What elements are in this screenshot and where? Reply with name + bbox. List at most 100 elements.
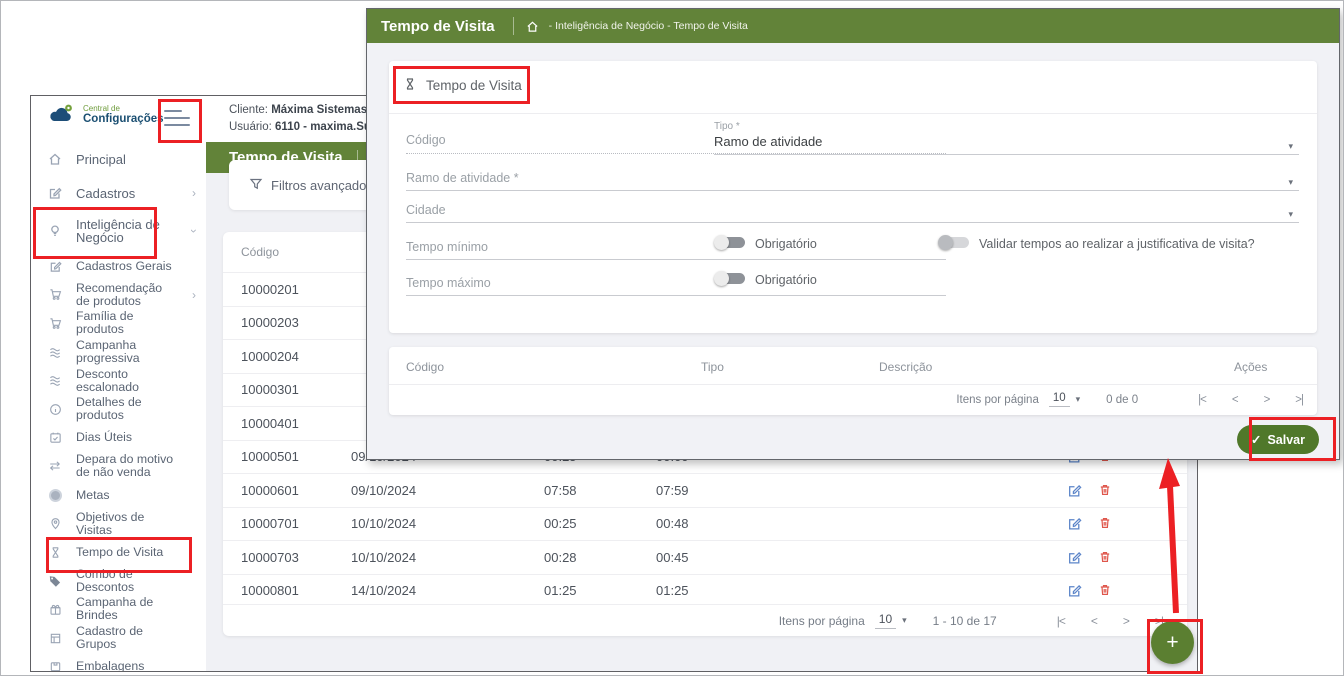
- sidebar-item-cadastro-de-grupos[interactable]: Cadastro de Grupos: [31, 624, 206, 653]
- validar-tempos-toggle[interactable]: [938, 235, 969, 250]
- caret-down-icon[interactable]: ▾: [1076, 394, 1081, 405]
- previous-page-button[interactable]: <: [1091, 614, 1097, 628]
- cell-data: 09/10/2024: [351, 483, 544, 498]
- grid-icon: [47, 632, 63, 645]
- next-page-button[interactable]: >: [1264, 394, 1270, 406]
- overlay-page-header: Tempo de Visita - Inteligência de Negóci…: [367, 9, 1339, 43]
- visit-time-form-window: Tempo de Visita - Inteligência de Negóci…: [366, 8, 1340, 460]
- sidebar-item-label: Cadastro de Grupos: [76, 625, 181, 651]
- edit-icon[interactable]: [1067, 583, 1082, 598]
- sidebar-item-tempo-de-visita[interactable]: Tempo de Visita: [31, 538, 206, 567]
- column-header-tipo: Tipo: [701, 360, 724, 374]
- hourglass-icon: [403, 77, 417, 94]
- save-button-label: Salvar: [1267, 433, 1305, 447]
- sidebar-item-familia-de-produtos[interactable]: Família de produtos: [31, 309, 206, 338]
- sidebar-item-label: Embalagens: [76, 660, 144, 671]
- overlay-results-table: Código Tipo Descrição Ações Itens por pá…: [389, 347, 1317, 415]
- user-label: Usuário:: [229, 121, 272, 133]
- sidebar-item-embalagens[interactable]: Embalagens: [31, 652, 206, 671]
- edit-icon[interactable]: [1067, 516, 1082, 531]
- sidebar-item-detalhes-de-produtos[interactable]: Detalhes de produtos: [31, 395, 206, 424]
- edit-icon[interactable]: [1067, 550, 1082, 565]
- sidebar-item-inteligencia-de-negocio[interactable]: Inteligência de Negócio ›: [31, 210, 206, 252]
- waves-icon: [47, 374, 63, 387]
- previous-page-button[interactable]: <: [1232, 394, 1238, 406]
- sidebar-item-combo-de-descontos[interactable]: Combo de Descontos: [31, 567, 206, 596]
- sidebar-item-cadastros[interactable]: Cadastros ›: [31, 176, 206, 210]
- caret-down-icon[interactable]: ▾: [1288, 177, 1293, 188]
- package-icon: [47, 660, 63, 671]
- sidebar-item-label: Campanha de Brindes: [76, 596, 181, 622]
- cell-codigo: 10000203: [223, 315, 351, 330]
- sidebar-item-objetivos-de-visitas[interactable]: Objetivos de Visitas: [31, 509, 206, 538]
- home-icon: [47, 152, 63, 166]
- ramo-atividade-select[interactable]: [406, 171, 1299, 191]
- cart-icon: [47, 288, 63, 301]
- cell-tempo-2: 07:59: [656, 483, 1067, 498]
- plus-icon: +: [1166, 631, 1178, 655]
- advanced-filters-label: Filtros avançados: [271, 178, 373, 193]
- add-button[interactable]: +: [1151, 621, 1194, 664]
- cidade-select[interactable]: [406, 203, 1299, 223]
- lightbulb-icon: [47, 224, 63, 238]
- edit-square-icon: [47, 186, 63, 200]
- tag-icon: [47, 574, 63, 588]
- sidebar-item-campanha-progressiva[interactable]: Campanha progressiva: [31, 338, 206, 367]
- cell-codigo: 10000501: [223, 449, 351, 464]
- caret-down-icon[interactable]: ▾: [902, 615, 907, 626]
- cell-tempo-1: 01:25: [544, 583, 656, 598]
- sidebar-item-label: Campanha progressiva: [76, 339, 181, 365]
- cell-codigo: 10000601: [223, 483, 351, 498]
- validar-tempos-label: Validar tempos ao realizar a justificati…: [979, 237, 1255, 251]
- save-button[interactable]: ✓ Salvar: [1237, 425, 1319, 454]
- delete-icon[interactable]: [1098, 516, 1112, 531]
- sidebar-item-label: Dias Úteis: [76, 431, 132, 444]
- caret-down-icon[interactable]: ▾: [1288, 141, 1293, 152]
- gift-icon: [47, 603, 63, 616]
- info-icon: [47, 403, 63, 416]
- sidebar-item-desconto-escalonado[interactable]: Desconto escalonado: [31, 366, 206, 395]
- cell-tempo-1: 00:28: [544, 550, 656, 565]
- cell-data: 10/10/2024: [351, 550, 544, 565]
- sidebar-item-metas[interactable]: Metas: [31, 481, 206, 510]
- cell-codigo: 10000204: [223, 349, 351, 364]
- sidebar-item-cadastros-gerais[interactable]: Cadastros Gerais: [31, 252, 206, 281]
- cell-tempo-2: 00:48: [656, 516, 1067, 531]
- cell-codigo: 10000701: [223, 516, 351, 531]
- sidebar-item-dias-uteis[interactable]: Dias Úteis: [31, 424, 206, 453]
- page-size-select[interactable]: 10: [875, 612, 896, 629]
- last-page-button[interactable]: >|: [1295, 394, 1303, 406]
- first-page-button[interactable]: |<: [1057, 614, 1065, 628]
- tempo-minimo-field[interactable]: [406, 240, 946, 260]
- swap-icon: ⇄: [47, 458, 63, 474]
- column-header-codigo: Código: [223, 245, 351, 259]
- obrigatorio-label: Obrigatório: [755, 273, 817, 287]
- sidebar-item-label: Combo de Descontos: [76, 568, 181, 594]
- client-value: Máxima Sistemas: [271, 104, 367, 116]
- caret-down-icon[interactable]: ▾: [1288, 209, 1293, 220]
- table-row: 10000801 14/10/2024 01:25 01:25: [223, 574, 1187, 608]
- tempo-minimo-obrigatorio-toggle[interactable]: [714, 235, 745, 250]
- sidebar-item-campanha-de-brindes[interactable]: Campanha de Brindes: [31, 595, 206, 624]
- sidebar-item-principal[interactable]: Principal: [31, 142, 206, 176]
- table-row: 10000601 09/10/2024 07:58 07:59: [223, 473, 1187, 507]
- home-breadcrumb-icon[interactable]: [526, 20, 539, 33]
- delete-icon[interactable]: [1098, 583, 1112, 598]
- delete-icon[interactable]: [1098, 483, 1112, 498]
- sidebar-item-recomendacao-de-produtos[interactable]: Recomendação de produtos ›: [31, 281, 206, 310]
- next-page-button[interactable]: >: [1123, 614, 1129, 628]
- tipo-select[interactable]: [714, 134, 1299, 155]
- tempo-maximo-obrigatorio-toggle[interactable]: [714, 271, 745, 286]
- page-size-select[interactable]: 10: [1049, 392, 1070, 407]
- sidebar-item-depara-motivo-nao-venda[interactable]: ⇄ Depara do motivo de não venda: [31, 452, 206, 481]
- hamburger-menu-icon[interactable]: [164, 105, 192, 131]
- column-header-codigo: Código: [406, 360, 444, 374]
- cell-tempo-1: 00:25: [544, 516, 656, 531]
- page-range-label: 0 de 0: [1106, 394, 1138, 406]
- tempo-maximo-field[interactable]: [406, 276, 946, 296]
- edit-icon[interactable]: [1067, 483, 1082, 498]
- first-page-button[interactable]: |<: [1198, 394, 1206, 406]
- cell-codigo: 10000401: [223, 416, 351, 431]
- cell-data: 10/10/2024: [351, 516, 544, 531]
- delete-icon[interactable]: [1098, 550, 1112, 565]
